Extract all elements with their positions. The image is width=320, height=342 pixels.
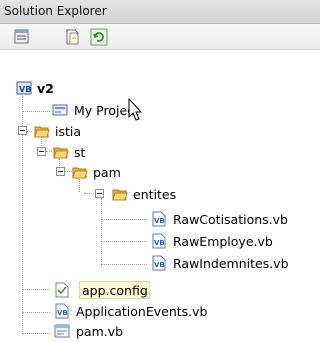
panel-title-bar: Solution Explorer <box>0 0 320 24</box>
my-project-icon <box>52 102 68 118</box>
vb-file-icon: VB <box>151 255 167 271</box>
vb-file-icon: VB <box>151 233 167 249</box>
svg-text:VB: VB <box>154 239 165 247</box>
istia-label: istia <box>55 124 82 139</box>
tree-item-rawcotisations[interactable]: VB RawCotisations.vb <box>0 209 320 229</box>
tree-item-rawemploye[interactable]: VB RawEmploye.vb <box>0 231 320 251</box>
folder-open-icon <box>34 123 50 139</box>
tree-item-my-project[interactable]: My Project <box>0 100 320 120</box>
tree-item-st[interactable]: st <box>0 142 320 162</box>
tree-item-pam-vb[interactable]: pam.vb <box>0 321 320 341</box>
app-config-label: app.config <box>82 283 148 298</box>
rawemploye-label: RawEmploye.vb <box>173 234 273 249</box>
tree-item-istia[interactable]: istia <box>0 121 320 141</box>
config-file-icon <box>54 282 70 298</box>
folder-open-icon <box>112 186 128 202</box>
properties-icon[interactable] <box>13 28 31 46</box>
solution-explorer-toolbar <box>0 24 320 50</box>
vb-form-icon <box>54 323 70 339</box>
application-events-label: ApplicationEvents.vb <box>76 304 208 319</box>
tree-item-application-events[interactable]: VB ApplicationEvents.vb <box>0 301 320 321</box>
rawcotisations-label: RawCotisations.vb <box>173 212 288 227</box>
tree-item-rawindemnites[interactable]: VB RawIndemnites.vb <box>0 253 320 273</box>
rawindemnites-label: RawIndemnites.vb <box>173 256 289 271</box>
st-label: st <box>74 145 86 160</box>
tree-item-entites[interactable]: entites <box>0 184 320 204</box>
svg-text:VB: VB <box>57 309 68 317</box>
folder-open-icon <box>72 164 88 180</box>
refresh-icon[interactable] <box>90 28 108 46</box>
svg-text:VB: VB <box>154 261 165 269</box>
vb-file-icon: VB <box>151 211 167 227</box>
vb-project-icon: VB <box>16 80 32 96</box>
tree-item-project[interactable]: VB v2 <box>0 78 320 98</box>
tree-item-pam-folder[interactable]: pam <box>0 162 320 182</box>
svg-text:VB: VB <box>19 85 31 94</box>
entites-label: entites <box>133 187 177 202</box>
folder-open-icon <box>53 144 69 160</box>
pam-vb-label: pam.vb <box>76 324 124 339</box>
vb-file-icon: VB <box>54 303 70 319</box>
pam-folder-label: pam <box>93 165 121 180</box>
tree-item-app-config[interactable]: app.config <box>0 280 320 300</box>
svg-text:VB: VB <box>154 217 165 225</box>
mouse-pointer-icon <box>128 97 144 124</box>
project-label: v2 <box>37 81 54 96</box>
show-all-files-icon[interactable] <box>64 28 82 46</box>
solution-explorer-panel: Solution Explorer VB v2 My Project istia… <box>0 0 320 341</box>
panel-title: Solution Explorer <box>4 4 107 18</box>
